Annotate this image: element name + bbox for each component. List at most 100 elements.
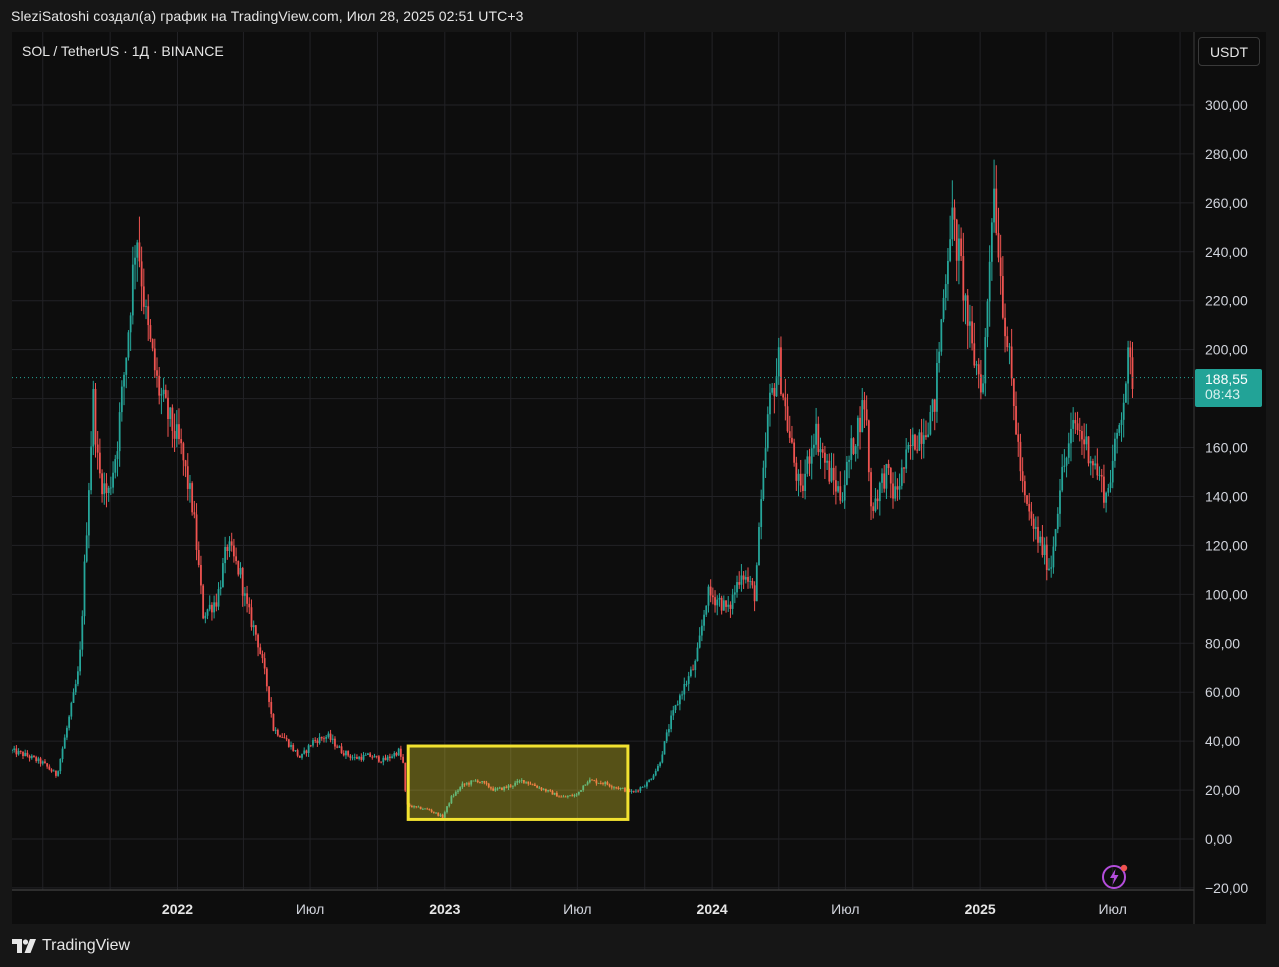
symbol-legend[interactable]: SOL / TetherUS · 1Д · BINANCE <box>22 43 224 59</box>
candle-body <box>700 625 703 636</box>
candle-body <box>872 506 875 511</box>
candle-body <box>81 616 84 650</box>
candle-body <box>714 597 716 606</box>
candle-body <box>641 786 644 788</box>
candle-body <box>1087 436 1090 464</box>
candle-body <box>1085 436 1088 445</box>
candle-body <box>180 439 183 444</box>
candle-body <box>90 446 92 491</box>
candle-body <box>896 486 899 490</box>
tradingview-logo[interactable]: TradingView <box>12 936 130 956</box>
candle-body <box>309 745 312 747</box>
candle-body <box>1023 481 1026 496</box>
candle-body <box>1010 346 1013 379</box>
candle-body <box>329 733 332 740</box>
candle-body <box>274 729 277 731</box>
candle-body <box>254 625 257 635</box>
candle-body <box>766 414 769 449</box>
candle-body <box>189 483 191 489</box>
candle-body <box>839 486 842 501</box>
candle-body <box>228 541 231 552</box>
candle-body <box>1026 495 1028 504</box>
x-tick-label: Июл <box>563 901 591 917</box>
candle-body <box>123 374 125 387</box>
candle-body <box>670 715 673 730</box>
candle-body <box>705 605 708 615</box>
candle-body <box>1021 471 1024 482</box>
candle-body <box>1072 420 1075 429</box>
y-tick-label: 20,00 <box>1205 782 1240 798</box>
candle-body <box>841 500 844 502</box>
candle-body <box>997 233 1000 258</box>
candle-body <box>373 755 376 758</box>
candle-body <box>1037 527 1039 543</box>
candle-body <box>856 417 859 447</box>
candle-body <box>87 490 90 536</box>
candle-body <box>316 740 319 744</box>
candle-body <box>283 737 286 739</box>
candle-body <box>920 432 923 444</box>
candle-body <box>821 449 824 453</box>
candle-body <box>722 600 725 611</box>
x-tick-label: Июл <box>831 901 859 917</box>
candle-body <box>261 654 264 659</box>
currency-button[interactable]: USDT <box>1198 37 1260 66</box>
y-tick-label: 100,00 <box>1205 586 1248 602</box>
candle-body <box>1114 438 1116 461</box>
annotations <box>12 377 1194 821</box>
y-tick-label: 60,00 <box>1205 684 1240 700</box>
y-tick-label: 200,00 <box>1205 342 1248 358</box>
candle-body <box>648 779 651 783</box>
candle-body <box>257 634 259 648</box>
candle-body <box>156 370 158 376</box>
candle-body <box>863 400 866 410</box>
y-tick-label: 80,00 <box>1205 635 1240 651</box>
candle-body <box>984 337 987 384</box>
candle-body <box>716 599 719 606</box>
candle-body <box>347 751 350 756</box>
candle-body <box>140 261 143 287</box>
candle-body <box>178 424 180 440</box>
candle-body <box>652 775 655 779</box>
candle-body <box>279 735 281 738</box>
candle-body <box>46 763 49 767</box>
y-tick-label: 220,00 <box>1205 293 1248 309</box>
y-tick-label: 0,00 <box>1205 831 1232 847</box>
candle-body <box>68 716 71 728</box>
chart-area[interactable]: 300,00 280,00 260,00 240,00 220,00 200,00 160,… <box>12 32 1266 924</box>
candle-body <box>694 661 697 671</box>
candle-body <box>681 694 683 696</box>
candle-body <box>59 759 62 772</box>
candle-body <box>15 748 18 755</box>
candle-body <box>147 306 150 326</box>
lightning-icon[interactable] <box>1101 862 1129 890</box>
candle-body <box>894 486 897 499</box>
candle-body <box>294 750 297 751</box>
candle-body <box>61 748 64 760</box>
candle-body <box>938 351 941 363</box>
candle-body <box>241 568 244 596</box>
price-chart[interactable]: 300,00 280,00 260,00 240,00 220,00 200,00 160,… <box>12 32 1266 924</box>
candle-body <box>206 609 209 616</box>
candle-body <box>134 257 136 265</box>
candle-body <box>1067 443 1070 458</box>
candle-body <box>1056 513 1059 530</box>
candle-body <box>1100 475 1103 477</box>
x-tick-label: Июл <box>1098 901 1126 917</box>
candle-body <box>149 325 152 340</box>
candle-body <box>24 752 27 757</box>
candle-body <box>142 286 145 307</box>
candle-body <box>26 752 29 756</box>
candle-body <box>217 589 220 607</box>
candle-body <box>1043 544 1046 556</box>
candle-body <box>979 374 982 393</box>
candle-body <box>909 444 912 447</box>
candle-body <box>1081 431 1083 440</box>
candle-body <box>753 585 756 602</box>
candle-body <box>28 755 31 759</box>
candle-body <box>742 575 745 580</box>
candle-body <box>169 407 172 419</box>
candle-body <box>698 635 701 648</box>
candle-body <box>1030 511 1033 519</box>
candle-body <box>259 647 262 655</box>
